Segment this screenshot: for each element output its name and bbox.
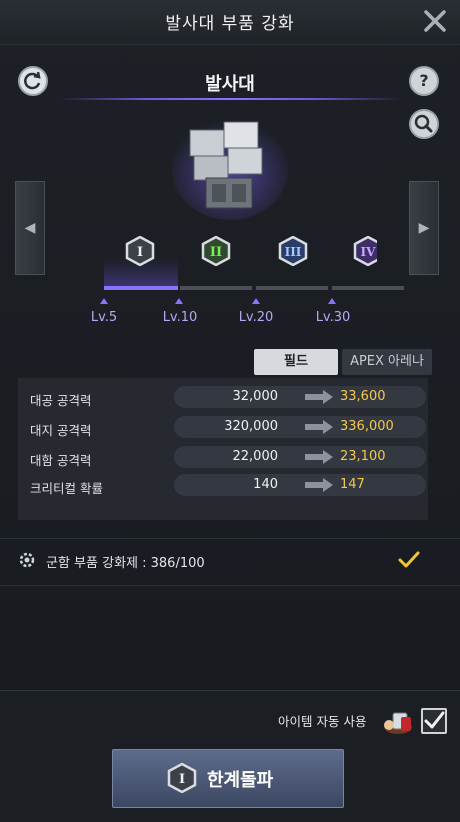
tab-field[interactable]: 필드 (254, 349, 338, 375)
stat-label: 대함 공격력 (30, 453, 92, 468)
arrow-right-icon (305, 478, 333, 492)
stat-current-value: 22,000 (232, 449, 279, 464)
tier-2-numeral: II (210, 245, 222, 260)
limit-break-button[interactable]: I 한계돌파 (112, 749, 344, 808)
tab-apex-arena[interactable]: APEX 아레나 (342, 349, 432, 375)
level-marker-4 (328, 298, 336, 304)
tier-1-badge[interactable]: I (125, 235, 155, 267)
tier-3-badge[interactable]: III (278, 235, 308, 267)
tier-4-badge[interactable]: IV (353, 236, 377, 266)
tier-progress-filled (104, 286, 178, 290)
launcher-part-image (172, 120, 288, 220)
tier-1-numeral: I (137, 245, 143, 260)
stat-label: 대지 공격력 (30, 423, 92, 438)
popup-panel (0, 0, 460, 690)
auto-use-checkbox[interactable] (421, 708, 447, 734)
checkmark-icon (424, 711, 445, 729)
tier-2-badge[interactable]: II (201, 235, 231, 267)
gear-icon (19, 552, 35, 568)
tier-progress-segment (180, 286, 252, 290)
stat-label: 대공 공격력 (30, 393, 92, 408)
tier-3-numeral: III (285, 245, 302, 259)
tier-1-icon: I (125, 235, 155, 267)
title-bar: 발사대 부품 강화 (0, 0, 460, 45)
tier-3-icon: III (278, 235, 308, 267)
limit-break-label: 한계돌파 (207, 770, 274, 791)
tier-progress-segment (256, 286, 328, 290)
stat-label: 크리티컬 확률 (30, 481, 103, 496)
zoom-button[interactable] (409, 109, 439, 139)
stat-current-value: 32,000 (232, 389, 279, 404)
magnifier-icon (414, 114, 433, 133)
tier-progress-segment (332, 286, 404, 290)
close-icon (424, 10, 446, 32)
prev-part-button[interactable]: ◀ (15, 181, 45, 275)
title-underline (60, 98, 400, 100)
part-name: 발사대 (205, 74, 255, 95)
tier-4-icon: IV (353, 236, 377, 266)
stat-next-value: 336,000 (340, 419, 394, 434)
stat-next-value: 147 (340, 477, 365, 492)
level-label: Lv.20 (238, 310, 274, 325)
stat-next-value: 23,100 (340, 449, 386, 464)
arrow-right-icon (305, 390, 333, 404)
tier-1-icon: I (167, 763, 197, 793)
close-button[interactable] (420, 6, 450, 36)
arrow-left-icon: ◀ (24, 220, 36, 236)
window-title: 발사대 부품 강화 (165, 14, 295, 34)
arrow-right-icon (305, 420, 333, 434)
level-label: Lv.10 (162, 310, 198, 325)
stat-current-value: 140 (253, 477, 278, 492)
level-marker-1 (100, 298, 108, 304)
auto-use-label: 아이템 자동 사용 (278, 714, 367, 729)
arrow-right-icon: ▶ (418, 220, 430, 236)
level-marker-2 (175, 298, 183, 304)
tier-2-icon: II (201, 235, 231, 267)
tier-4-numeral: IV (361, 245, 377, 259)
arrow-right-icon (305, 450, 333, 464)
divider (0, 585, 460, 586)
stat-next-value: 33,600 (340, 389, 386, 404)
limit-break-numeral: I (179, 772, 185, 787)
next-part-button[interactable]: ▶ (409, 181, 439, 275)
stat-current-value: 320,000 (224, 419, 278, 434)
level-label: Lv.5 (90, 310, 118, 325)
checkmark-icon (398, 551, 420, 568)
divider (0, 538, 460, 539)
item-bag-icon (384, 712, 412, 734)
material-count: 군함 부품 강화제 : 386/100 (46, 556, 205, 571)
level-marker-3 (252, 298, 260, 304)
level-label: Lv.30 (315, 310, 351, 325)
